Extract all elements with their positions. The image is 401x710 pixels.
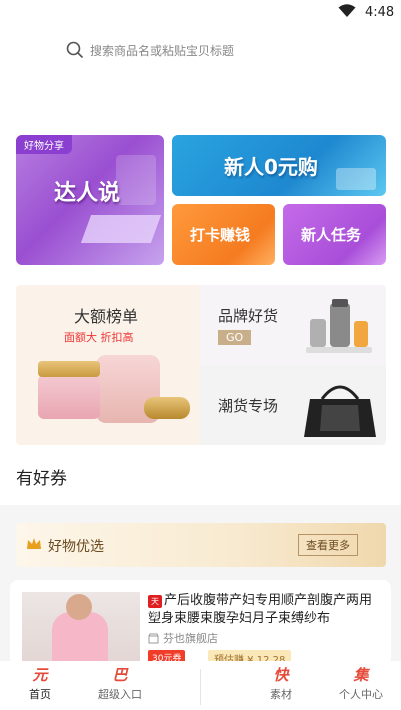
tab-home[interactable]: 元 首页	[0, 661, 80, 710]
tab-material[interactable]: 快 素材	[241, 661, 321, 710]
view-more-button[interactable]: 查看更多	[298, 534, 358, 556]
big-list-title: 大额榜单	[74, 307, 139, 326]
brand-goods-card[interactable]: 品牌好货 GO	[200, 285, 386, 365]
product-shop-name: 芬也旗舰店	[163, 632, 218, 645]
trend-title: 潮货专场	[218, 397, 279, 415]
tab-material-label: 素材	[270, 688, 292, 701]
material-icon: 快	[273, 666, 289, 684]
brand-title: 品牌好货	[218, 307, 279, 325]
tab-super-entry-label: 超级入口	[98, 688, 142, 701]
decoration	[116, 155, 156, 205]
search-placeholder: 搜索商品名或粘贴宝贝标题	[90, 43, 235, 58]
tmall-icon: 天猫	[148, 595, 162, 619]
decoration	[336, 168, 376, 190]
daren-banner[interactable]: 好物分享 达人说	[16, 135, 164, 265]
product-card[interactable]: 产后收腹带产妇专用顺产剖腹产两用塑身束腰束腹孕妇月子束缚纱布 天猫 芬也旗舰店 …	[10, 580, 391, 665]
tab-profile-label: 个人中心	[339, 688, 383, 701]
daren-tag: 好物分享	[16, 135, 72, 154]
new-user-banner[interactable]: 新人0元购	[172, 135, 386, 196]
profile-icon: 集	[353, 666, 369, 684]
tab-divider	[200, 669, 201, 705]
brand-go-badge: GO	[218, 330, 252, 345]
product-image	[22, 592, 140, 665]
search-input[interactable]: 搜索商品名或粘贴宝贝标题	[66, 38, 366, 62]
new-task-banner[interactable]: 新人任务	[283, 204, 386, 265]
product-name: 产后收腹带产妇专用顺产剖腹产两用塑身束腰束腹孕妇月子束缚纱布	[148, 593, 373, 626]
tab-super-entry[interactable]: 巴 超级入口	[80, 661, 160, 710]
search-icon	[66, 41, 84, 59]
daren-title: 达人说	[54, 181, 121, 206]
handbag-image	[304, 385, 376, 437]
shop-icon	[148, 633, 159, 643]
cosmetic-jar-lid	[38, 361, 100, 377]
wifi-icon	[338, 4, 356, 17]
status-bar: 4:48	[0, 0, 401, 26]
product-shop: 芬也旗舰店	[148, 630, 218, 646]
big-list-subtitle: 面额大 折扣高	[64, 331, 134, 344]
coupon-section-title: 有好券	[16, 469, 67, 489]
good-goods-bar: 好物优选 查看更多	[16, 523, 386, 567]
crown-icon	[27, 538, 41, 549]
tab-bar: 元 首页 巴 超级入口 快 素材 集 个人中心	[0, 661, 401, 710]
product-figure-head	[66, 594, 92, 620]
super-entry-icon: 巴	[112, 666, 128, 684]
new-user-title: 新人0元购	[224, 155, 318, 179]
cosmetic-cap-image	[144, 397, 190, 419]
new-task-title: 新人任务	[301, 226, 362, 244]
juicer-image	[306, 299, 372, 353]
big-list-card[interactable]: 大额榜单 面额大 折扣高	[16, 285, 200, 445]
status-time: 4:48	[365, 5, 395, 20]
good-goods-label: 好物优选	[48, 539, 104, 555]
checkin-banner[interactable]: 打卡赚钱	[172, 204, 275, 265]
trend-card[interactable]: 潮货专场	[200, 365, 386, 445]
decoration	[80, 215, 162, 243]
tab-profile[interactable]: 集 个人中心	[321, 661, 401, 710]
cosmetic-jar-image	[38, 375, 100, 419]
checkin-title: 打卡赚钱	[190, 226, 251, 244]
tab-home-label: 首页	[29, 688, 51, 701]
home-icon: 元	[32, 666, 48, 684]
